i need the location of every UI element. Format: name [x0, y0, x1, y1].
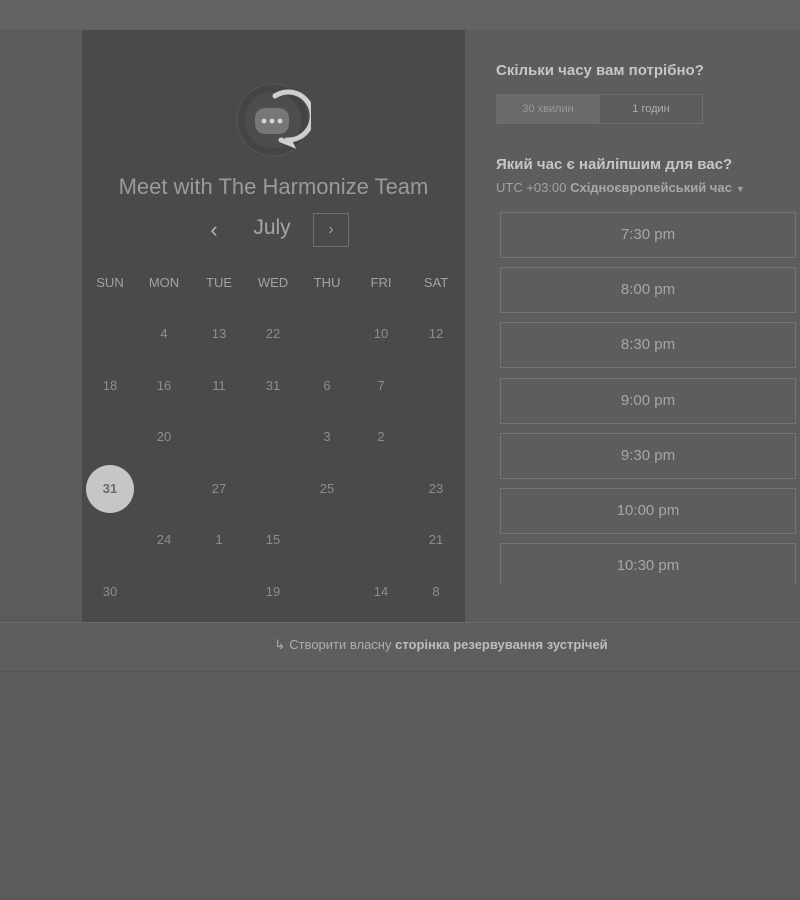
- booking-widget: Meet with The Harmonize Team ‹ July › SU…: [82, 30, 800, 668]
- calendar-day[interactable]: 12: [412, 310, 460, 358]
- calendar-day[interactable]: 16: [140, 362, 188, 410]
- time-slot-button[interactable]: 10:00 pm: [500, 488, 796, 534]
- calendar-day[interactable]: 22: [249, 310, 297, 358]
- calendar-day[interactable]: 30: [86, 568, 134, 616]
- weekday-label: SUN: [96, 275, 124, 290]
- time-slot-button[interactable]: 8:30 pm: [500, 322, 796, 369]
- prev-month-button[interactable]: ‹: [200, 217, 228, 245]
- top-strip: [0, 0, 800, 30]
- duration-selector: 30 хвилин 1 годин: [496, 94, 703, 124]
- calendar-day[interactable]: 20: [140, 413, 188, 461]
- calendar-day[interactable]: 4: [140, 310, 188, 358]
- time-slot-button[interactable]: 10:30 pm: [500, 543, 796, 584]
- calendar-day[interactable]: 21: [412, 516, 460, 564]
- time-slot-button[interactable]: 9:30 pm: [500, 432, 796, 479]
- weekday-header: SUN MON TUE WED THU FRI SAT: [82, 275, 465, 295]
- time-question: Який час є найліпшим для вас?: [496, 156, 733, 173]
- duration-option-60[interactable]: 1 годин: [600, 95, 702, 123]
- calendar-day[interactable]: 23: [412, 465, 460, 513]
- duration-question: Скільки часу вам потрібно?: [496, 62, 704, 79]
- calendar-panel: Meet with The Harmonize Team ‹ July › SU…: [82, 30, 465, 622]
- calendar-day[interactable]: 11: [195, 362, 243, 410]
- timezone-selector[interactable]: UTC +03:00 Східноєвропейський час ▼: [496, 180, 745, 195]
- calendar-day[interactable]: 27: [195, 465, 243, 513]
- time-slot-list[interactable]: 7:30 pm 8:00 pm 8:30 pm 9:00 pm 9:30 pm 10:00…: [500, 212, 800, 584]
- next-month-button[interactable]: ›: [313, 213, 349, 247]
- weekday-label: THU: [313, 275, 341, 290]
- calendar-day[interactable]: 13: [195, 310, 243, 358]
- weekday-label: SAT: [423, 275, 449, 290]
- selected-day[interactable]: 31: [86, 464, 134, 513]
- month-navigation: ‹ July ›: [82, 213, 465, 249]
- time-slot-button[interactable]: 9:00 pm: [500, 377, 796, 424]
- caret-down-icon: ▼: [735, 184, 745, 194]
- hook-icon: ↳: [274, 637, 286, 652]
- calendar-day[interactable]: 18: [86, 362, 134, 410]
- calendar-day[interactable]: 7: [357, 362, 405, 410]
- calendar-day[interactable]: 10: [357, 310, 405, 358]
- footer-prefix: Створити власну: [289, 637, 392, 652]
- weekday-label: FRI: [370, 275, 392, 290]
- calendar-day[interactable]: 19: [249, 568, 297, 616]
- calendar-day[interactable]: 3: [303, 413, 351, 461]
- page-title: Meet with The Harmonize Team: [118, 174, 429, 199]
- calendar-day[interactable]: 24: [140, 516, 188, 564]
- weekday-label: TUE: [206, 275, 232, 290]
- duration-option-30[interactable]: 30 хвилин: [497, 95, 600, 123]
- time-slot-button[interactable]: 7:30 pm: [500, 212, 796, 258]
- create-booking-page-link[interactable]: ↳ Створити власну сторінка резервування з…: [82, 637, 800, 653]
- calendar-day[interactable]: 15: [249, 516, 297, 564]
- calendar-day[interactable]: 8: [412, 568, 460, 616]
- chat-bubble-logo-icon: [236, 83, 311, 157]
- calendar-day[interactable]: 1: [195, 516, 243, 564]
- weekday-label: MON: [148, 275, 180, 290]
- options-panel: Скільки часу вам потрібно? 30 хвилин 1 г…: [465, 30, 800, 622]
- calendar-day[interactable]: 6: [303, 362, 351, 410]
- calendar-day[interactable]: 31: [249, 362, 297, 410]
- calendar-day[interactable]: 2: [357, 413, 405, 461]
- month-label: July: [253, 216, 291, 239]
- calendar-day[interactable]: 14: [357, 568, 405, 616]
- calendar-day[interactable]: 25: [303, 465, 351, 513]
- weekday-label: WED: [257, 275, 289, 290]
- timezone-offset: UTC +03:00: [496, 180, 567, 195]
- footer-link-text: сторінка резервування зустрічей: [395, 637, 608, 652]
- time-slot-button[interactable]: 8:00 pm: [500, 267, 796, 314]
- timezone-name: Східноєвропейський час: [570, 180, 732, 195]
